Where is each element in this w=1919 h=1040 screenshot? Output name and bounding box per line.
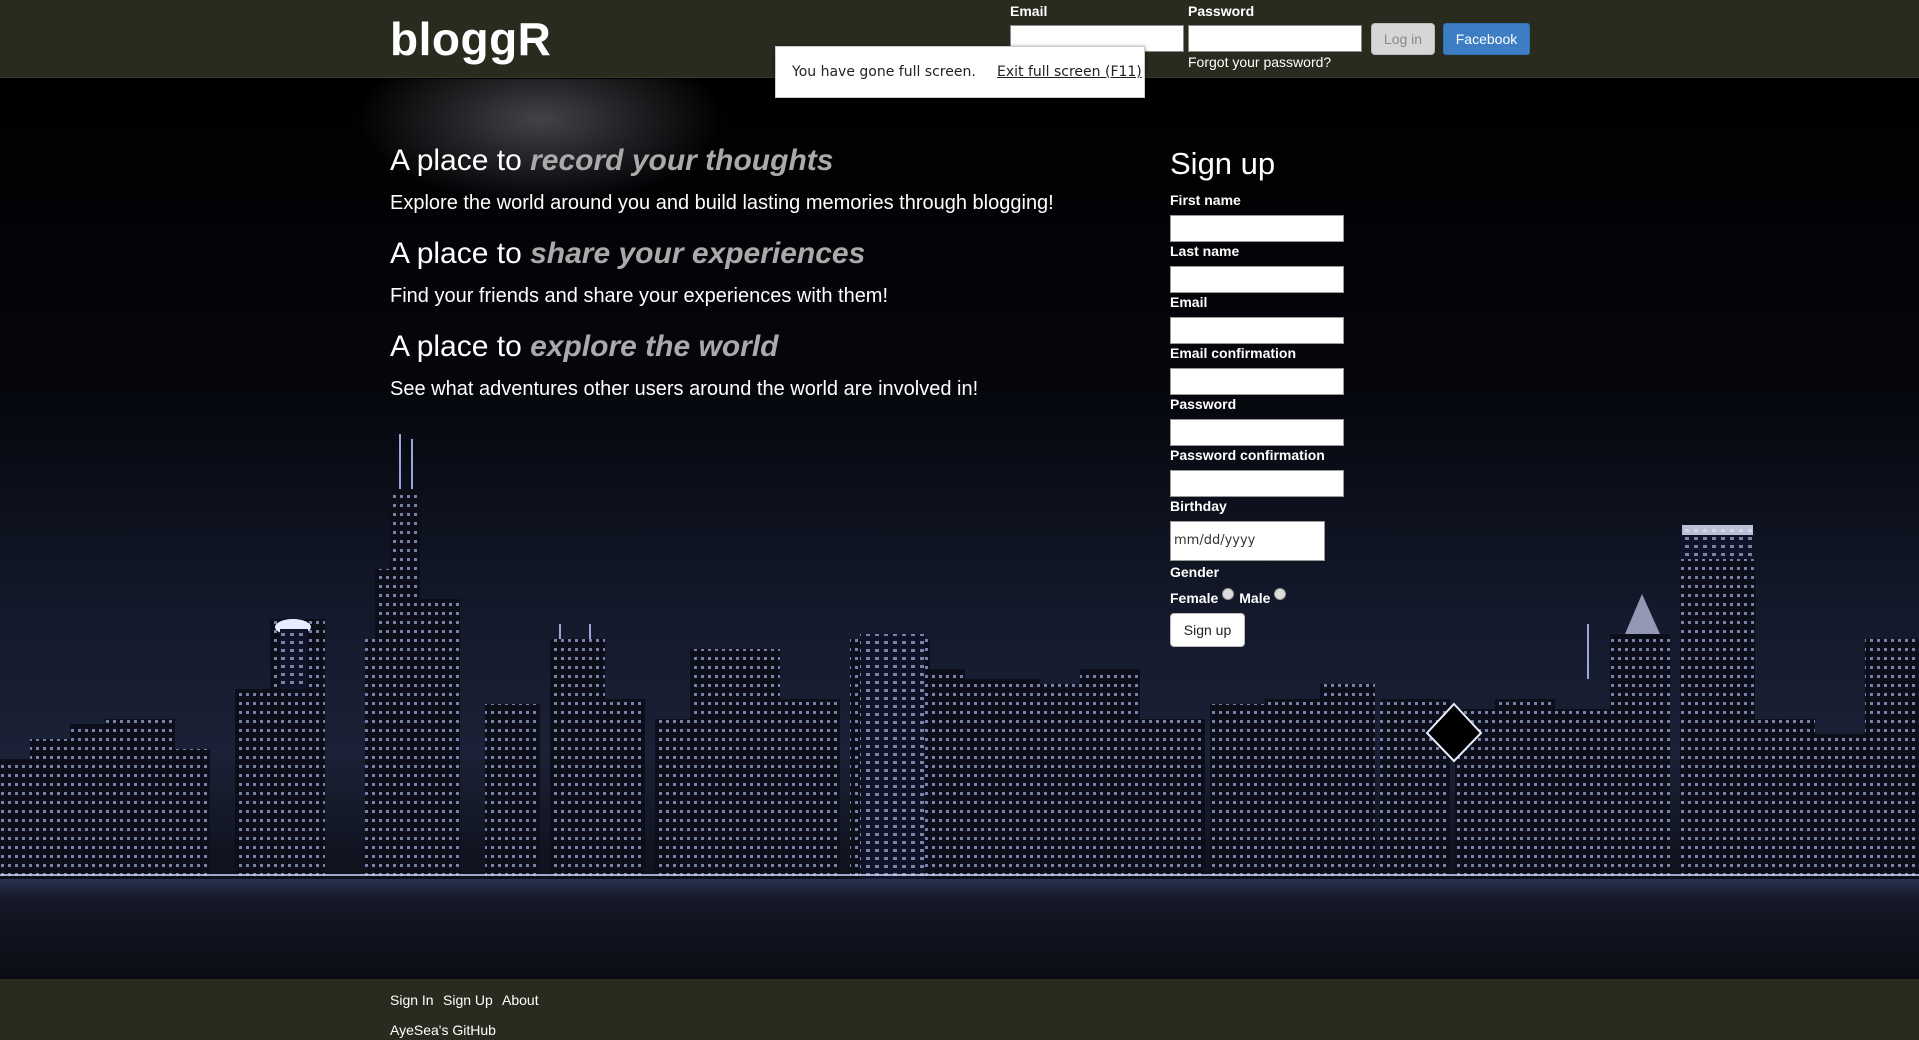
site-logo[interactable]: bloggR bbox=[390, 12, 551, 66]
signup-button[interactable]: Sign up bbox=[1170, 613, 1245, 647]
tagline-2-emphasis: share your experiences bbox=[530, 237, 866, 270]
exit-fullscreen-link[interactable]: Exit full screen (F11) bbox=[997, 64, 1142, 80]
email-confirmation-input[interactable] bbox=[1170, 368, 1344, 395]
forgot-password-link[interactable]: Forgot your password? bbox=[1188, 54, 1331, 70]
male-radio[interactable] bbox=[1274, 588, 1287, 600]
login-button[interactable]: Log in bbox=[1371, 23, 1435, 55]
login-password-input[interactable] bbox=[1188, 25, 1362, 52]
birthday-input[interactable]: mm/dd/yyyy bbox=[1170, 521, 1325, 561]
female-radio[interactable] bbox=[1222, 588, 1235, 600]
footer: Sign In Sign Up About AyeSea's GitHub bbox=[0, 979, 1919, 1040]
last-name-input[interactable] bbox=[1170, 266, 1344, 293]
male-label: Male bbox=[1239, 590, 1271, 606]
female-label: Female bbox=[1170, 590, 1219, 606]
gender-label: Gender bbox=[1170, 564, 1220, 580]
tagline-3-description: See what adventures other users around t… bbox=[390, 378, 979, 400]
hero-background: A place to record your thoughts Explore … bbox=[0, 79, 1919, 979]
footer-sign-in-link[interactable]: Sign In bbox=[390, 992, 434, 1008]
facebook-login-button[interactable]: Facebook bbox=[1443, 23, 1530, 55]
tagline-1: A place to record your thoughts bbox=[390, 144, 834, 177]
password-confirmation-label: Password confirmation bbox=[1170, 447, 1325, 463]
email-input[interactable] bbox=[1170, 317, 1344, 344]
skyline-buildings bbox=[0, 489, 1919, 929]
password-label: Password bbox=[1170, 396, 1237, 412]
birthday-label: Birthday bbox=[1170, 498, 1227, 514]
email-confirmation-label: Email confirmation bbox=[1170, 345, 1297, 361]
footer-sign-up-link[interactable]: Sign Up bbox=[443, 992, 493, 1008]
tagline-3: A place to explore the world bbox=[390, 330, 779, 363]
gender-options: Female Male bbox=[1170, 588, 1291, 606]
password-input[interactable] bbox=[1170, 419, 1344, 446]
last-name-label: Last name bbox=[1170, 243, 1240, 259]
email-label: Email bbox=[1170, 294, 1208, 310]
login-email-label: Email bbox=[1010, 3, 1048, 19]
login-password-label: Password bbox=[1188, 3, 1255, 19]
tagline-3-emphasis: explore the world bbox=[530, 330, 779, 363]
tagline-1-emphasis: record your thoughts bbox=[530, 144, 834, 177]
fullscreen-notification: You have gone full screen. Exit full scr… bbox=[775, 46, 1145, 98]
tagline-2-description: Find your friends and share your experie… bbox=[390, 285, 889, 307]
first-name-label: First name bbox=[1170, 192, 1241, 208]
signup-title: Sign up bbox=[1170, 146, 1276, 181]
fullscreen-message: You have gone full screen. bbox=[792, 64, 976, 80]
tagline-2: A place to share your experiences bbox=[390, 237, 866, 270]
footer-about-link[interactable]: About bbox=[502, 992, 539, 1008]
github-link[interactable]: AyeSea's GitHub bbox=[390, 1022, 496, 1038]
first-name-input[interactable] bbox=[1170, 215, 1344, 242]
tagline-1-description: Explore the world around you and build l… bbox=[390, 192, 1054, 214]
password-confirmation-input[interactable] bbox=[1170, 470, 1344, 497]
